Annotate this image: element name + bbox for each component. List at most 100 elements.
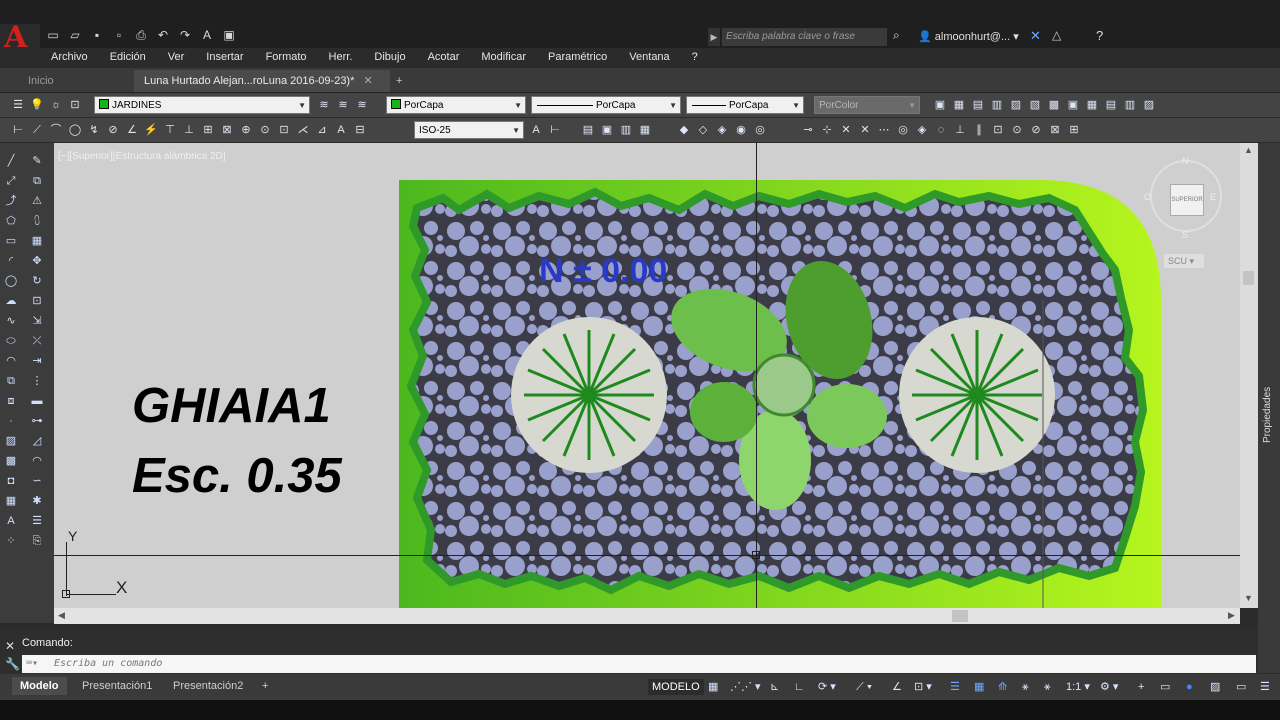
scroll-down-icon[interactable]: ▼	[1244, 593, 1253, 603]
stretch-icon[interactable]: ⇲	[28, 313, 46, 329]
vertical-scrollbar[interactable]: ▲ ▼	[1240, 143, 1258, 608]
vertical-scroll-thumb[interactable]	[1243, 271, 1254, 285]
space-dim-icon[interactable]: ⊞	[200, 122, 216, 138]
polygon-icon[interactable]: ⬠	[2, 213, 20, 229]
new-tab-button[interactable]: +	[386, 70, 412, 92]
move-icon[interactable]: ✥	[28, 253, 46, 269]
break-point-icon[interactable]: ⋮	[28, 373, 46, 389]
snap-endpoint-icon[interactable]: ⊸	[800, 122, 816, 138]
make-block-icon[interactable]: ⧈	[2, 393, 20, 409]
dimstyle-manager-icon[interactable]: A	[528, 122, 544, 138]
search-input[interactable]: Escriba palabra clave o frase	[722, 28, 887, 46]
toolbar-icon-4[interactable]: ▨	[1008, 97, 1024, 113]
a360-icon[interactable]: △	[1052, 28, 1061, 42]
customization-icon[interactable]: ☰	[1260, 679, 1270, 695]
tab-document[interactable]: Luna Hurtado Alejan...roLuna 2016-09-23)…	[134, 70, 390, 92]
circle-icon[interactable]: ◯	[2, 273, 20, 289]
linetype-dropdown[interactable]: PorCapa ▼	[531, 96, 681, 114]
snap-intersection-icon[interactable]: ✕	[838, 122, 854, 138]
mirror-icon[interactable]: ⚠	[28, 193, 46, 209]
mtext-icon[interactable]: ◇	[695, 122, 711, 138]
region-icon[interactable]: ◘	[2, 473, 20, 489]
infer-constraints-icon[interactable]: ⊾	[770, 679, 779, 695]
layer-state-icon[interactable]: ≋	[354, 97, 370, 113]
model-space-toggle[interactable]: MODELO	[648, 679, 704, 695]
save-as-icon[interactable]: ▫	[110, 26, 128, 44]
dimtedit-icon[interactable]: A	[333, 122, 349, 138]
dimstyle-icon-2[interactable]: ⊢	[547, 122, 563, 138]
properties-palette-tab[interactable]: Propiedades	[1258, 143, 1280, 673]
aligned-dim-icon[interactable]: ⟋	[29, 122, 45, 138]
rectangle-icon[interactable]: ▭	[2, 233, 20, 249]
polyline-icon[interactable]: ⤴	[2, 193, 20, 209]
scale-icon[interactable]: ⊡	[28, 293, 46, 309]
toolbar-icon-9[interactable]: ▤	[1103, 97, 1119, 113]
viewcube-east[interactable]: E	[1210, 192, 1216, 202]
transparency-icon[interactable]: ▦	[974, 679, 984, 695]
draworder-icon[interactable]: ▤	[580, 122, 596, 138]
workspace-gear-icon[interactable]: ⚙ ▾	[1100, 679, 1118, 695]
scroll-right-icon[interactable]: ▶	[1228, 610, 1235, 621]
toolbar-icon-7[interactable]: ▣	[1065, 97, 1081, 113]
erase-icon[interactable]: ✎	[28, 153, 46, 169]
toolbar-icon-5[interactable]: ▧	[1027, 97, 1043, 113]
viewcube-face-top[interactable]: SUPERIOR	[1170, 184, 1204, 216]
radius-dim-icon[interactable]: ◯	[67, 122, 83, 138]
lineweight-dropdown[interactable]: PorCapa ▼	[686, 96, 804, 114]
snap-apparent-icon[interactable]: ✕	[857, 122, 873, 138]
isodraft-icon[interactable]: ⟋ ▾	[856, 679, 872, 695]
tab-presentacion1[interactable]: Presentación1	[74, 677, 160, 695]
tab-presentacion2[interactable]: Presentación2	[165, 677, 251, 695]
jogged-dim-icon[interactable]: ↯	[86, 122, 102, 138]
menu-dibujo[interactable]: Dibujo	[363, 48, 416, 66]
layer-manager-icon[interactable]: ☰	[10, 97, 26, 113]
viewcube-west[interactable]: O	[1144, 192, 1151, 202]
find-icon[interactable]: ◈	[714, 122, 730, 138]
angular-dim-icon[interactable]: ∠	[124, 122, 140, 138]
menu-ventana[interactable]: Ventana	[618, 48, 680, 66]
spell-icon[interactable]: ◉	[733, 122, 749, 138]
units-icon[interactable]: ▭	[1160, 679, 1170, 695]
revcloud-icon[interactable]: ☁	[2, 293, 20, 309]
snap-tangent-icon[interactable]: ◌	[933, 122, 949, 138]
dim-update-icon[interactable]: ⊟	[352, 122, 368, 138]
dimedit-icon[interactable]: ⊿	[314, 122, 330, 138]
mtext-icon[interactable]: A	[2, 513, 20, 529]
sun-icon[interactable]: ☼	[48, 97, 64, 113]
redo-icon[interactable]: ↷	[176, 26, 194, 44]
toolbar-icon-3[interactable]: ▥	[989, 97, 1005, 113]
ellipse-arc-icon[interactable]: ◠	[2, 353, 20, 369]
ortho-icon[interactable]: ∟	[794, 679, 805, 695]
ucs-menu[interactable]: SCU ▾	[1164, 254, 1204, 268]
user-account[interactable]: 👤 almoonhurt@... ▾	[918, 28, 1019, 46]
workspace-icon[interactable]: ▣	[220, 26, 238, 44]
snap-quadrant-icon[interactable]: ◈	[914, 122, 930, 138]
insert-block-icon[interactable]: ⧉	[2, 373, 20, 389]
help-icon[interactable]: ?	[1096, 28, 1103, 43]
toolbar-icon-2[interactable]: ▤	[970, 97, 986, 113]
fillet-icon[interactable]: ◠	[28, 453, 46, 469]
copy-icon[interactable]: ⧉	[28, 173, 46, 189]
osnap-tracking-icon[interactable]: ∠	[892, 679, 902, 695]
menu-edicion[interactable]: Edición	[99, 48, 157, 66]
gradient-icon[interactable]: ▩	[2, 453, 20, 469]
menu-insertar[interactable]: Insertar	[195, 48, 254, 66]
ellipse-icon[interactable]: ⬭	[2, 333, 20, 349]
tab-modelo[interactable]: Modelo	[12, 677, 67, 695]
tolerance-icon[interactable]: ⊕	[238, 122, 254, 138]
construction-line-icon[interactable]: ⤢	[2, 173, 20, 189]
point-icon[interactable]: ·	[2, 413, 20, 429]
extend-icon[interactable]: ⇥	[28, 353, 46, 369]
snap-extension-icon[interactable]: ⋯	[876, 122, 892, 138]
layer-previous-icon[interactable]: ≋	[335, 97, 351, 113]
save-icon[interactable]: ▪	[88, 26, 106, 44]
viewport-label[interactable]: [−][Superior][Estructura alámbrica 2D]	[58, 151, 226, 162]
clean-screen-icon[interactable]: ▭	[1236, 679, 1246, 695]
new-icon[interactable]: ▭	[44, 26, 62, 44]
tab-inicio[interactable]: Inicio	[18, 70, 64, 92]
color-dropdown[interactable]: PorCapa ▼	[386, 96, 526, 114]
blend-icon[interactable]: ∽	[28, 473, 46, 489]
baseline-dim-icon[interactable]: ⊤	[162, 122, 178, 138]
match-icon[interactable]: ⎘	[28, 533, 46, 549]
snap-perpendicular-icon[interactable]: ⊥	[952, 122, 968, 138]
